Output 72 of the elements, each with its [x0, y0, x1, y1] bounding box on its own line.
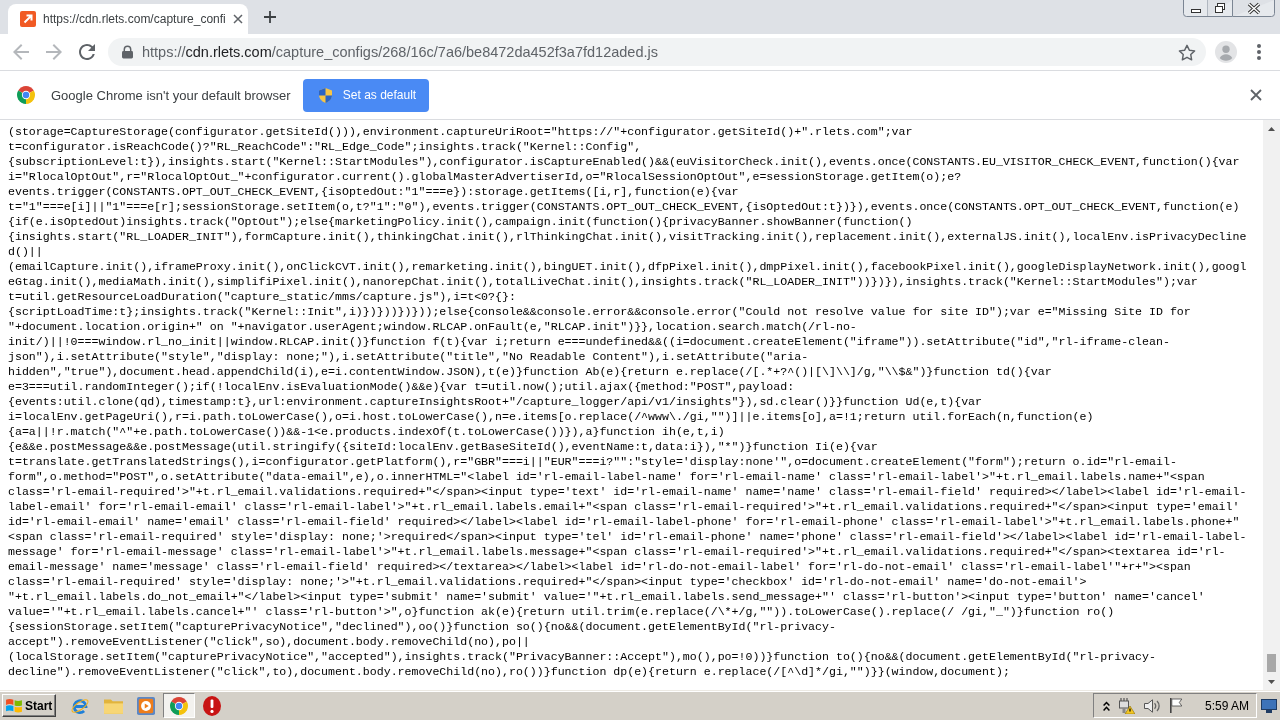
code-line: class='rl-email-required' style='display: none;'>"+t.rl_email.validations.required+"</span><input type='checkbox' id='rl-do-not-email' name='do-not-email'>	[8, 574, 1087, 589]
lock-icon	[122, 45, 133, 59]
code-line: t=translate.getTranslatedStrings(),i=configurator.getPlatform(),r="GBR"===i||"EUR"===i?"":"style='display:none'",o=document.createElement("form");return o.id="rl-email-	[8, 454, 1177, 469]
speaker-icon[interactable]	[1143, 698, 1161, 713]
code-line: events.trigger(CONSTANTS.OPT_OUT_CHECK_EVENT,{isOptedOut:"1"===e}):storage.getItems([i,r],function(e){var	[8, 184, 739, 199]
code-line: hidden","true"),document.head.appendChild(i),e=i.contentWindow.JSON),t(e)}function Ab(e){return e.replace(/[.*+?^()|[\]\\]/g,"\\$&")}function td(){var	[8, 364, 1052, 379]
code-line: {events:util.clone(qd),timestamp:t},url:environment.captureInsightsRoot+"/capture_logger/api/v1/insights"}),sd.clear()}}function Ud(e,t){var	[8, 394, 983, 409]
code-line: {subscriptionLevel:t}),insights.start("Kernel::StartModules"),configurator.isCaptureEnabled()&&(euVisitorCheck.init(),events.once(CONSTANTS.EU_VISITOR_CHECK_EVENT,function(){var	[8, 154, 1240, 169]
forward-arrow-icon	[46, 44, 62, 60]
code-line: label-email' for='rl-email-email' class='rl-email-label'>"+t.rl_email.labels.email+"<span class='rl-email-required'>"+t.rl_email.validations.required+"</span><input type='email'	[8, 499, 1240, 514]
arrow-tile-icon	[20, 11, 36, 27]
code-line: eGtag.init(),mediaMath.init(),simplifiPixel.init(),nanorepChat.init(),totalLiveChat.init(),insights.track("RL_LOADER_INIT"))})}),insights.track("Kernel::StartModules");var	[8, 274, 1198, 289]
menu-icon[interactable]	[1257, 44, 1261, 60]
code-line: i="RlocalOptOut",r="RlocalOptOut_"+configurator.current().globalMasterAdvertiserId,o="RlocalSessionOptOut",e=sessionStorage.getItem(o);e?	[8, 169, 962, 184]
restore-icon[interactable]	[1208, 0, 1233, 17]
code-line: class='rl-email-required'>"+t.rl_email.validations.required+"</span><input type='text' id='rl-email-name' name='name' class='rl-email-field' required></label><label id='rl-email-	[8, 484, 1247, 499]
code-line: t=configurator.isReachCode()?"RL_ReachCode":"RL_Edge_Code";insights.track("Kernel::Config",	[8, 139, 642, 154]
code-line: (emailCapture.init(),iframeProxy.init(),onClickCVT.init(),remarketing.init(),bingUET.init(),dfpPixel.init(),dmpPixel.init(),facebookPixel.init(),googleDisplayNetwork.init(),googl	[8, 259, 1247, 274]
scrollbar[interactable]	[1263, 120, 1280, 690]
code-line: {a=a||!r.match("^"+e.path.toLowerCase())&&-1<e.products.indexOf(t.toLowerCase())}),a}function ih(e,t,i)	[8, 424, 725, 439]
code-line: e=3===util.randomInteger();if(!localEnv.isEvaluationMode()&&e){var t=util.now();util.ajax({method:"POST",payload:	[8, 379, 795, 394]
code-line: "+document.location.origin+" on "+navigator.userAgent;window.RLCAP.onFault(e,"RLCAP.init")}},location.search.match(/rl-no-	[8, 319, 857, 334]
exclamation-icon	[203, 695, 221, 716]
shield-icon	[318, 87, 332, 103]
double-caret-icon[interactable]	[1102, 700, 1110, 711]
code-line: t=util.getResourceLoadDuration("capture_static/mms/capture.js"),i=t<0?{}:	[8, 289, 516, 304]
code-line: message' for='rl-email-message' class='rl-email-label'>"+t.rl_email.labels.message+"<span class='rl-email-required'>"+t.rl_email.validations.required+"</span><textarea id='rl-	[8, 544, 1226, 559]
plus-icon[interactable]	[264, 11, 276, 23]
scroll-up-icon[interactable]	[1268, 126, 1275, 131]
code-line: accept").removeEventListener("click",so),document.body.removeChild(no),po||	[8, 634, 530, 649]
code-line: decline").removeEventListener("click",to),document.body.removeChild(no),ro())}function dp(e){return e.replace(/[^\d]*/gi,"")}}(window,document);	[8, 664, 1010, 679]
code-line: {scriptLoadTime:t};insights.track("Kernel::Init",i)})}))})}));else{console&&console.error&&console.error("Could not resolve value for site ID");var e="Missing Site ID for	[8, 304, 1191, 319]
code-line: value='"+t.rl_email.labels.cancel+"' class='rl-button'>",o}function ak(e){return util.trim(e.replace(/\*+/g,"")).toLowerCase().replace(/ /gi,"_")}function ro()	[8, 604, 1115, 619]
clock-time: 5:59 AM	[1204, 698, 1249, 713]
code-line: i=localEnv.getPageUri(),r=i.path.toLowerCase(),o=i.host.toLowerCase(),n=e.items[o.replace(/^www\./gi,"")]||e.items[o],a=!1;return util.forEach(n,function(e)	[8, 409, 1094, 424]
code-line: d()||	[8, 244, 43, 259]
star-icon[interactable]	[1178, 43, 1196, 61]
close-icon[interactable]	[1233, 0, 1275, 17]
close-icon[interactable]	[232, 14, 243, 24]
reload-icon	[79, 44, 95, 60]
code-line: (storage=CaptureStorage(configurator.getSiteId())),environment.captureUriRoot="https://"+configurator.getSiteId()+".rlets.com";var	[8, 124, 913, 139]
address-bar[interactable]: https://cdn.rlets.com/capture_configs/268/16c/7a6/be8472da452f3a7fd12aded.js	[108, 38, 1206, 66]
infobar-message: Google Chrome isn't your default browser	[51, 87, 291, 103]
code-line: form",o.method="POST",o.setAttribute("data-email",e),o.innerHTML="<label id='rl-email-label-name' for='rl-email-name' class='rl-email-label'>"+t.rl_email.labels.name+"<span	[8, 469, 1205, 484]
folder-icon	[103, 697, 123, 714]
start-button[interactable]: Start	[2, 694, 56, 717]
code-line: json"),i.setAttribute("style","display: none;"),i.setAttribute("title","No Readable Content"),i.setAttribute("aria-	[8, 349, 809, 364]
code-line: {if(e.isOptedOut)insights.track("OptOut");else{marketingPolicy.init(),campaign.init(function(){privacyBanner.showBanner(function()	[8, 214, 913, 229]
code-line: email-message' name='message' class='rl-email-field' required></textarea></label><label id='rl-do-not-email-label' for='rl-do-not-email' class='rl-email-label'"+r+"><span	[8, 559, 1191, 574]
code-line: (localStorage.setItem("capturePrivacyNotice","accepted"),insights.track("PrivacyBanner::Accept"),mo(),po=!0))}function to(){no&&(document.getElementById("rl-privacy-	[8, 649, 1156, 664]
code-line: {e&&e.postMessage&&e.postMessage(util.stringify({siteId:localEnv.getBaseSiteId(),eventName:t,data:i}),"*")}function Ii(e){var	[8, 439, 878, 454]
code-line: {insights.start("RL_LOADER_INIT"),formCapture.init(),thinkingChat.init(),rlThinkingChat.init(),visitTracking.init(),replacement.init(),externalJS.init(),localEnv.isPrivacyDecline	[8, 229, 1247, 244]
flag-logo-icon	[6, 698, 22, 713]
close-icon[interactable]	[1250, 89, 1262, 101]
taskbar-button[interactable]	[163, 693, 195, 718]
code-line: <span class='rl-email-required' style='display: none;'>required</span><input type='tel' id='rl-email-phone' name='phone' class='rl-email-field'></label><label id='rl-email-label-	[8, 529, 1247, 544]
scrollbar-thumb[interactable]	[1267, 654, 1276, 672]
plug-warning-icon[interactable]	[1118, 697, 1135, 714]
code-line: init/)||!0===window.rl_no_init||window.RLCAP.init()}function f(t){var i;return e===undefined&&((i=document.createElement("iframe")).setAttribute("id","rl-iframe-clean-	[8, 334, 1170, 349]
scroll-down-icon[interactable]	[1268, 679, 1275, 684]
flag-icon[interactable]	[1169, 698, 1184, 713]
code-line: t="1"===e[i]||"1"===e[r];sessionStorage.setItem(o,t?"1":"0"),events.trigger(CONSTANTS.OPT_OUT_CHECK_EVENT,{isOptedOut:t})}),events.once(CONSTANTS.OPT_OUT_CHECK_EVENT,function(e)	[8, 199, 1240, 214]
code-line: id='rl-email-email' name='email' class='rl-email-field' required></label><label id='rl-email-label-phone' for='rl-email-phone' class='rl-email-label'>"+t.rl_email.labels.phone+"	[8, 514, 1240, 529]
browser-logo-icon	[170, 696, 188, 715]
browser-logo-icon	[17, 86, 35, 104]
code-line: "+t.rl_email.labels.do_not_email+"</label><input type='submit' name='submit' value='"+t.rl_email.labels.send_message+"' class='rl-button'><input type='button' name='cancel'	[8, 589, 1205, 604]
browser-tab[interactable]: https://cdn.rlets.com/capture_confi	[8, 4, 248, 34]
code-line: {sessionStorage.setItem("capturePrivacyNotice","declined"),oo()}function so(){no&&(document.getElementById("rl-privacy-	[8, 619, 836, 634]
minimize-icon[interactable]	[1183, 0, 1208, 17]
monitor-icon[interactable]	[1261, 698, 1277, 713]
back-arrow-icon	[13, 44, 29, 60]
play-tile-icon	[137, 696, 155, 715]
